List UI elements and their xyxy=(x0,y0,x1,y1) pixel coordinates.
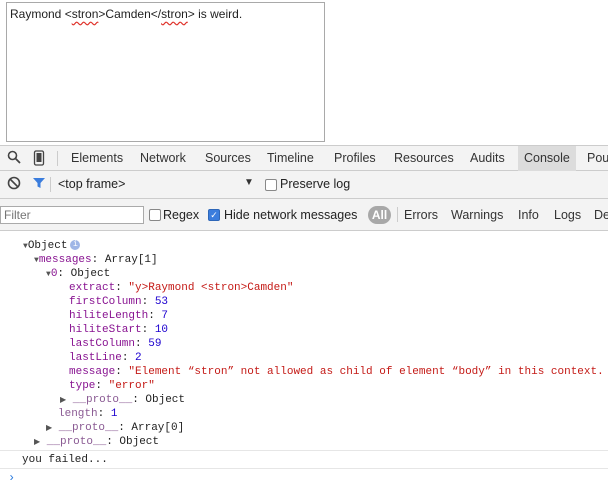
messages-row[interactable]: ▼messages: Array[1] xyxy=(34,253,158,268)
level-debug[interactable]: De xyxy=(594,208,608,222)
tab-resources[interactable]: Resources xyxy=(394,146,454,171)
property-row: lastColumn: 59 xyxy=(69,338,162,350)
level-errors[interactable]: Errors xyxy=(404,208,438,222)
tab-timeline[interactable]: Timeline xyxy=(267,146,314,171)
hide-network-checkbox[interactable]: ✓ xyxy=(208,209,220,221)
text-mid: >Camden</ xyxy=(98,7,162,21)
filter-bar: Regex ✓ Hide network messages All Errors… xyxy=(0,199,608,231)
property-row: extract: "y>Raymond <stron>Camden" xyxy=(69,282,294,294)
inspected-page: Raymond <stron>Camden</stron> is weird. xyxy=(0,0,608,145)
object-root-row[interactable]: ▼Object i xyxy=(23,239,81,254)
tab-console[interactable]: Console xyxy=(518,146,576,171)
property-row: message: "Element “stron” not allowed as… xyxy=(69,366,604,378)
proto-row[interactable]: ▶ __proto__: Object xyxy=(60,393,185,408)
devtools-tabbar: Elements Network Sources Timeline Profil… xyxy=(0,145,608,171)
preserve-log-label: Preserve log xyxy=(280,177,351,191)
property-row: type: "error" xyxy=(69,380,155,392)
device-mode-icon[interactable] xyxy=(31,150,47,166)
tab-sources[interactable]: Sources xyxy=(205,146,251,171)
hide-network-label: Hide network messages xyxy=(224,208,358,222)
text-area[interactable]: Raymond <stron>Camden</stron> is weird. xyxy=(6,2,325,142)
divider xyxy=(397,207,398,222)
tab-profiles[interactable]: Profiles xyxy=(334,146,376,171)
clear-console-icon[interactable] xyxy=(6,176,22,192)
tab-elements[interactable]: Elements xyxy=(71,146,123,171)
regex-label: Regex xyxy=(163,208,200,222)
divider xyxy=(0,468,608,469)
level-all[interactable]: All xyxy=(368,206,391,224)
misspelled-word: stron xyxy=(161,7,188,21)
divider xyxy=(50,177,51,192)
log-message: you failed... xyxy=(22,454,108,466)
proto-row[interactable]: ▶ __proto__: Array[0] xyxy=(46,421,184,436)
item-0-row[interactable]: ▼0: Object xyxy=(46,267,110,282)
divider xyxy=(57,151,58,166)
console-prompt-icon[interactable]: › xyxy=(8,471,15,485)
property-row: length: 1 xyxy=(58,408,118,420)
dropdown-arrow-icon[interactable]: ▼ xyxy=(244,177,254,188)
console-toolbar: <top frame> ▼ Preserve log xyxy=(0,171,608,199)
filter-icon[interactable] xyxy=(31,176,47,192)
tab-audits[interactable]: Audits xyxy=(470,146,505,171)
tab-overflow[interactable]: Pou xyxy=(587,146,608,171)
console-output: ▼Object i ▼messages: Array[1] ▼0: Object … xyxy=(0,231,608,488)
property-row: hiliteStart: 10 xyxy=(69,324,169,336)
property-row: hiliteLength: 7 xyxy=(69,310,169,322)
level-info[interactable]: Info xyxy=(518,208,539,222)
proto-row[interactable]: ▶ __proto__: Object xyxy=(34,435,159,450)
property-row: firstColumn: 53 xyxy=(69,296,169,308)
misspelled-word: stron xyxy=(71,7,99,21)
preserve-log-checkbox[interactable] xyxy=(265,179,277,191)
filter-input[interactable] xyxy=(0,206,144,224)
level-warnings[interactable]: Warnings xyxy=(451,208,503,222)
search-icon[interactable] xyxy=(6,150,22,166)
devtools-panel: Elements Network Sources Timeline Profil… xyxy=(0,145,608,488)
tab-network[interactable]: Network xyxy=(140,146,186,171)
text-after: > is weird. xyxy=(187,7,243,21)
regex-checkbox[interactable] xyxy=(149,209,161,221)
frame-select[interactable]: <top frame> xyxy=(58,177,125,191)
divider xyxy=(0,450,608,451)
text-before: Raymond < xyxy=(10,7,72,21)
property-row: lastLine: 2 xyxy=(69,352,142,364)
info-icon: i xyxy=(70,240,81,251)
level-logs[interactable]: Logs xyxy=(554,208,581,222)
